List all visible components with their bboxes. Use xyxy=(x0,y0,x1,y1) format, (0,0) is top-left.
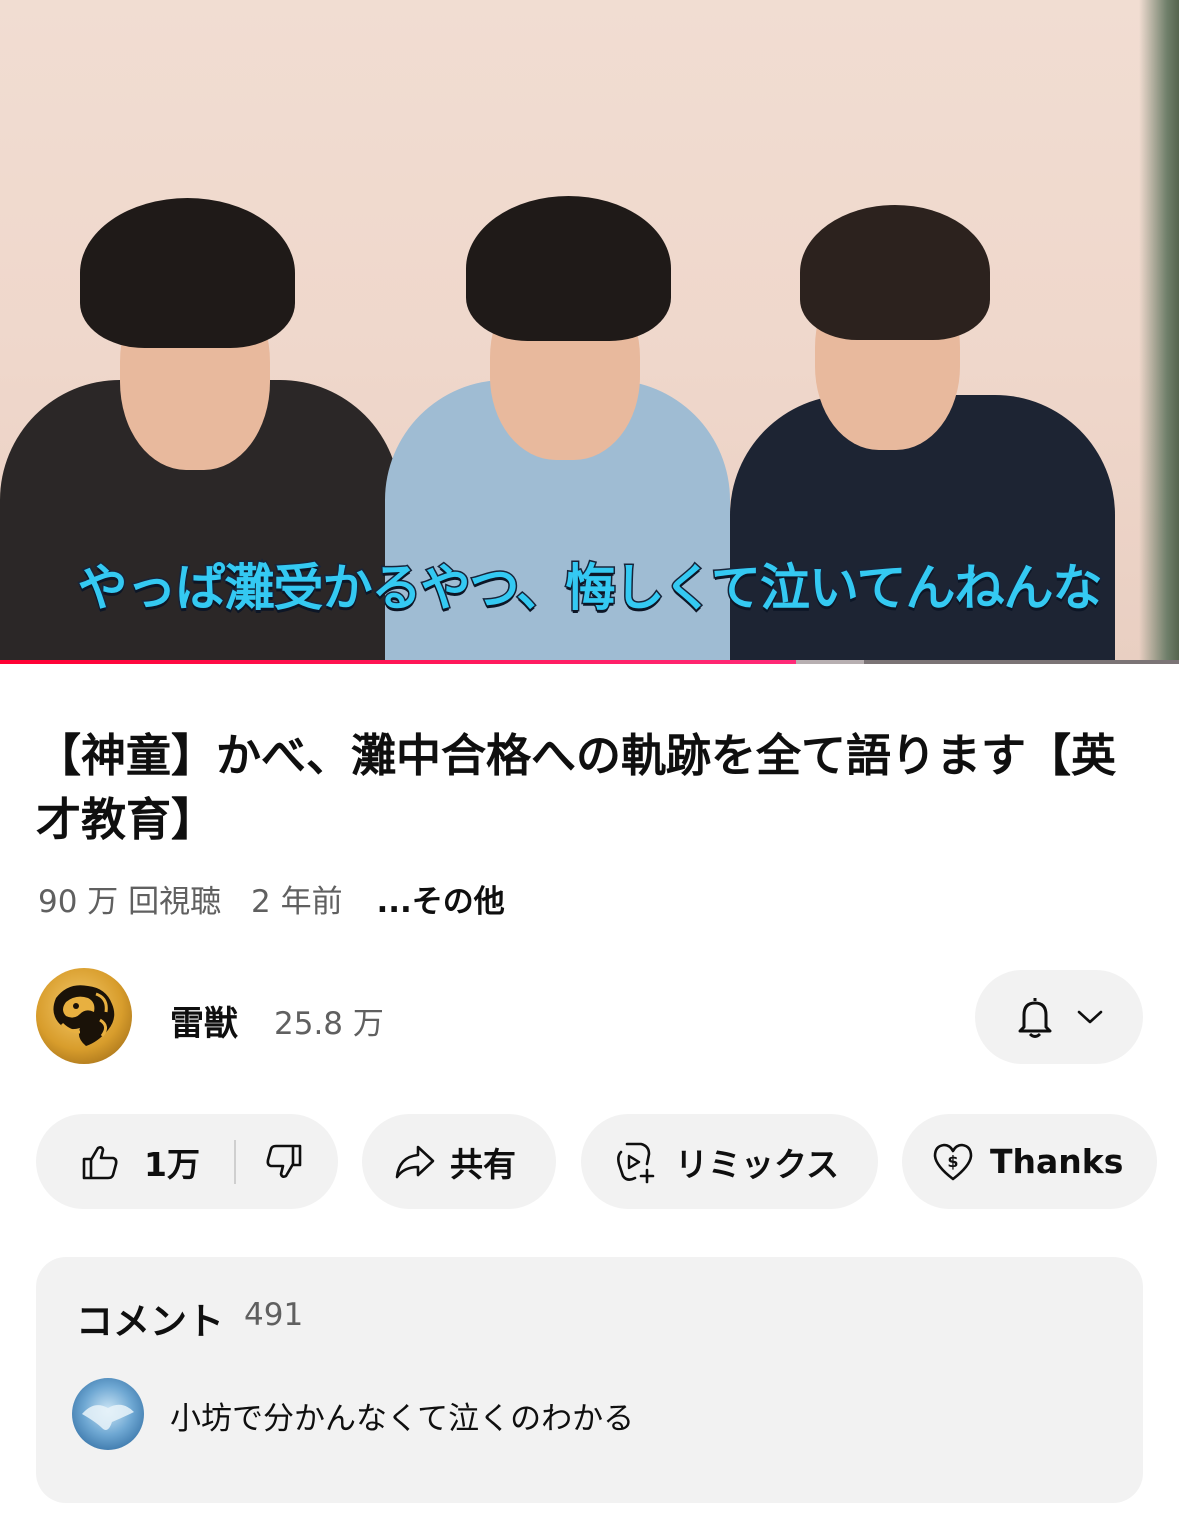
commenter-avatar xyxy=(72,1378,144,1450)
dislike-button[interactable] xyxy=(264,1142,304,1182)
more-link[interactable]: ...その他 xyxy=(376,884,504,920)
video-title[interactable]: 【神童】かべ、灘中合格への軌跡を全て語ります【英才教育】 xyxy=(36,724,1136,852)
lion-logo-icon xyxy=(53,985,115,1046)
share-arrow-icon xyxy=(395,1145,435,1178)
top-comment-text: 小坊で分かんなくて泣くのわかる xyxy=(170,1401,635,1437)
svg-text:$: $ xyxy=(947,1152,958,1171)
video-details-sheet: 【神童】かべ、灘中合格への軌跡を全て語ります【英才教育】 90 万 回視聴 2 … xyxy=(0,664,1179,1537)
heart-dollar-icon: $ xyxy=(933,1143,973,1180)
subscription-bell-button[interactable] xyxy=(975,970,1143,1064)
like-divider xyxy=(233,1139,236,1184)
comments-count: 491 xyxy=(244,1297,304,1333)
comments-title: コメント xyxy=(76,1300,224,1343)
like-count[interactable]: 1万 xyxy=(144,1138,200,1186)
thumbs-down-icon xyxy=(266,1144,302,1178)
channel-name[interactable]: 雷獣 xyxy=(170,996,238,1045)
remix-label: リミックス xyxy=(675,1144,840,1184)
share-label: 共有 xyxy=(450,1144,516,1184)
remix-icon xyxy=(617,1142,655,1183)
channel-avatar[interactable] xyxy=(36,968,132,1064)
manta-ray-icon xyxy=(82,1404,134,1430)
comments-panel[interactable]: コメント 491 小坊で分かんなくて泣くのわかる xyxy=(36,1257,1143,1503)
share-button[interactable]: 共有 xyxy=(362,1114,556,1209)
subscriber-count: 25.8 万 xyxy=(274,1006,384,1042)
chevron-down-icon xyxy=(1077,1010,1103,1024)
thanks-button[interactable]: $ Thanks xyxy=(902,1114,1157,1209)
thumbs-up-icon[interactable] xyxy=(80,1142,120,1182)
view-count: 90 万 回視聴 xyxy=(38,884,222,920)
thanks-label: Thanks xyxy=(990,1142,1124,1181)
remix-button[interactable]: リミックス xyxy=(581,1114,878,1209)
video-subtitle: やっぱ灘受かるやつ、悔しくて泣いてんねんな xyxy=(76,558,1104,619)
video-meta[interactable]: 90 万 回視聴 2 年前 ...その他 xyxy=(38,876,525,921)
bell-icon xyxy=(1018,998,1052,1038)
video-player[interactable]: やっぱ灘受かるやつ、悔しくて泣いてんねんな xyxy=(0,0,1179,664)
like-dislike-group: 1万 xyxy=(36,1114,338,1209)
upload-age: 2 年前 xyxy=(251,884,343,920)
